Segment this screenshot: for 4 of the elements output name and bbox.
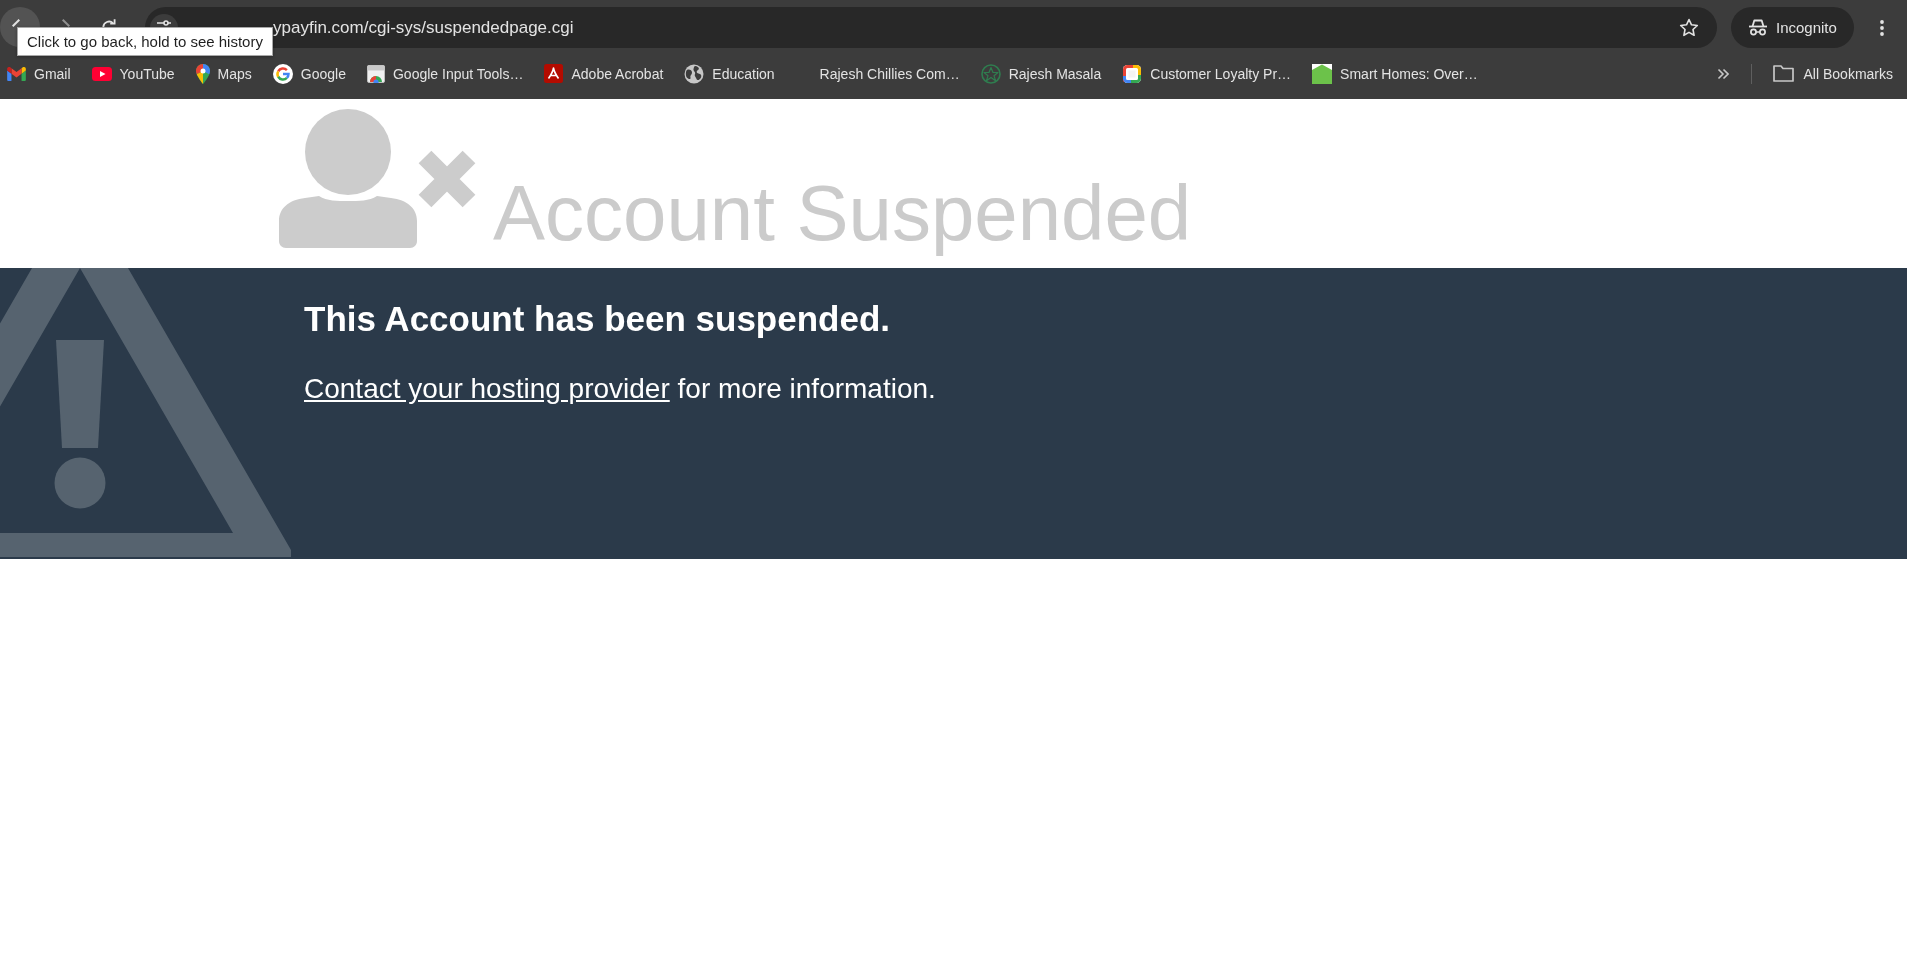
info-message: Contact your hosting provider for more information. xyxy=(304,373,936,405)
url-text: ypayfin.com/cgi-sys/suspendedpage.cgi xyxy=(273,17,574,38)
banner-heading: This Account has been suspended. xyxy=(304,299,892,339)
tooltip: Click to go back, hold to see history xyxy=(17,27,273,56)
